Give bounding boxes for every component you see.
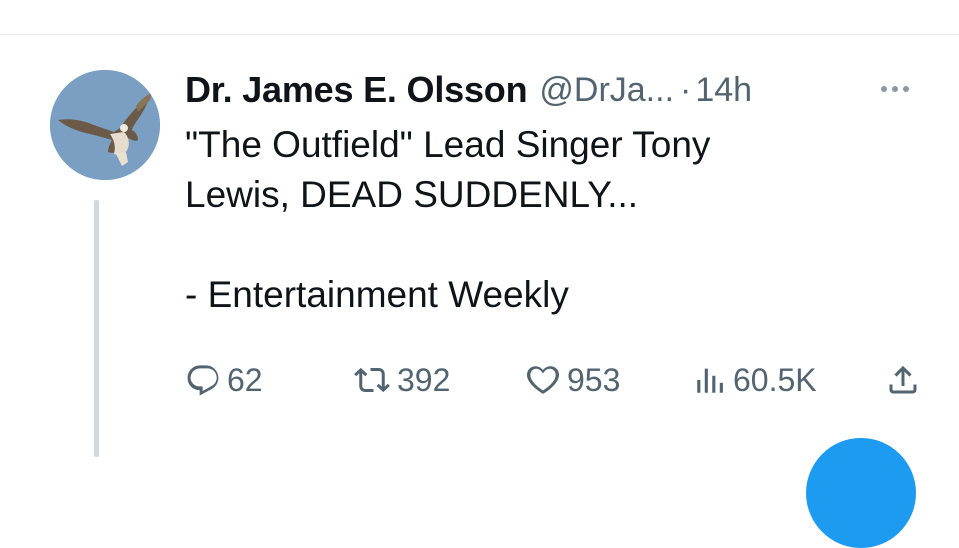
- retweet-button[interactable]: 392: [353, 360, 450, 400]
- retweet-arrows-icon: [354, 367, 390, 393]
- compose-fab-button[interactable]: [806, 438, 916, 548]
- heart-icon: [526, 366, 560, 394]
- reply-bubble-icon: [187, 365, 219, 396]
- more-dots-icon: [881, 86, 887, 92]
- tweet-text: "The Outfield" Lead Singer Tony Lewis, D…: [185, 120, 865, 320]
- like-button[interactable]: 953: [525, 360, 620, 400]
- share-upload-icon: [889, 365, 917, 394]
- display-name[interactable]: Dr. James E. Olsson: [185, 69, 528, 111]
- action-bar: 62 392 953 60.5K: [185, 360, 925, 400]
- tweet-text-line-3: - Entertainment Weekly: [185, 274, 569, 315]
- views-count: 60.5K: [733, 361, 817, 398]
- text-spacer: [185, 220, 865, 270]
- like-count: 953: [567, 361, 621, 398]
- tweet-header: Dr. James E. Olsson @DrJa... · 14h: [185, 68, 752, 112]
- avatar[interactable]: [50, 70, 160, 180]
- tweet-text-line-1: "The Outfield" Lead Singer Tony: [185, 124, 711, 165]
- share-button[interactable]: [885, 360, 921, 400]
- more-options-button[interactable]: [871, 77, 919, 101]
- retweet-count: 392: [397, 361, 451, 398]
- reply-button[interactable]: 62: [185, 360, 263, 400]
- top-divider: [0, 34, 959, 35]
- hawk-avatar-image: [50, 70, 160, 180]
- tweet-text-line-2: Lewis, DEAD SUDDENLY...: [185, 174, 639, 215]
- views-bars-icon: [697, 368, 723, 393]
- more-dots-icon: [903, 86, 909, 92]
- reply-count: 62: [227, 361, 263, 398]
- more-dots-icon: [892, 86, 898, 92]
- views-button[interactable]: 60.5K: [693, 360, 817, 400]
- thread-line: [94, 200, 99, 457]
- timestamp[interactable]: 14h: [695, 71, 752, 110]
- separator-dot: ·: [680, 70, 692, 109]
- user-handle[interactable]: @DrJa...: [539, 71, 674, 110]
